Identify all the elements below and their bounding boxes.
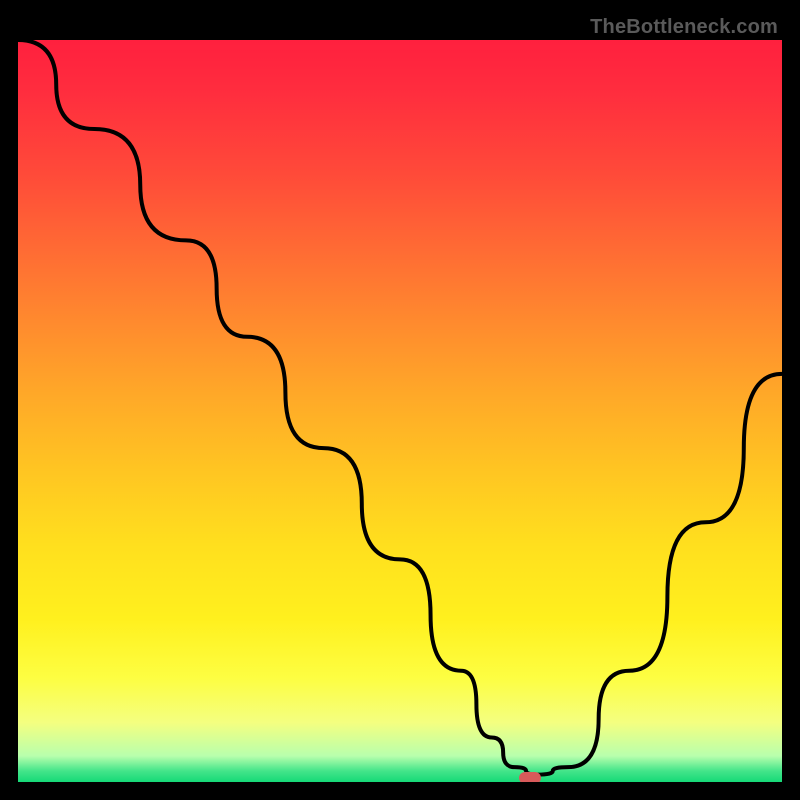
bottleneck-curve	[18, 40, 782, 782]
optimum-marker	[519, 772, 541, 782]
plot-area	[18, 40, 782, 782]
watermark-text: TheBottleneck.com	[590, 16, 778, 39]
chart-frame: TheBottleneck.com	[18, 18, 782, 782]
